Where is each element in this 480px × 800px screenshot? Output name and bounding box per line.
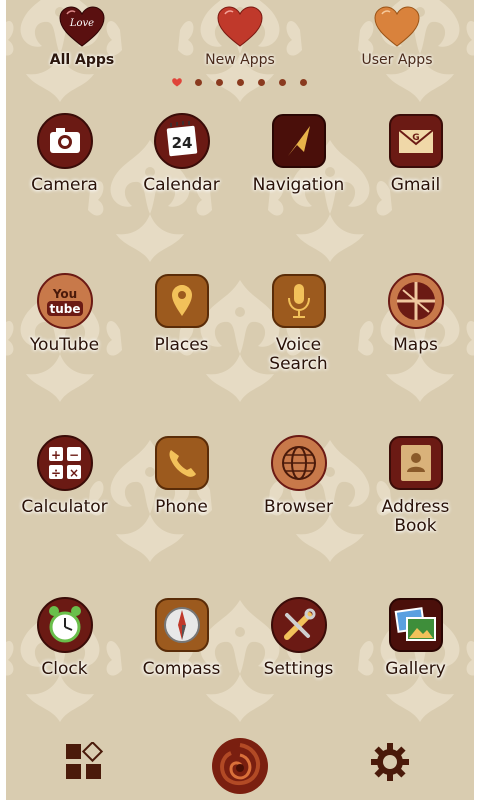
tools-icon: [270, 597, 327, 653]
app-label: Camera: [31, 175, 98, 195]
gmail-icon: G: [388, 114, 443, 168]
camera-icon: [36, 113, 93, 169]
app-label: Places: [154, 335, 209, 355]
home-screen: Love All Apps New Apps User Apps Camera …: [0, 0, 480, 800]
microphone-icon: [271, 274, 326, 328]
app-label: Gallery: [385, 659, 446, 679]
app-compass[interactable]: Compass: [123, 596, 240, 679]
app-label: Compass: [142, 659, 221, 679]
app-label: YouTube: [29, 335, 100, 355]
svg-text:−: −: [68, 448, 78, 462]
app-label: Address Book: [381, 497, 450, 536]
youtube-icon: You tube: [36, 273, 93, 329]
app-address-book[interactable]: Address Book: [357, 434, 474, 536]
app-label: Navigation: [252, 175, 345, 195]
svg-text:÷: ÷: [50, 466, 60, 480]
app-label: Voice Search: [269, 335, 328, 374]
current-page-heart-icon: [172, 78, 182, 87]
heart-love-icon: Love: [59, 6, 105, 47]
rose-icon[interactable]: [207, 735, 273, 797]
app-maps[interactable]: Maps: [357, 272, 474, 355]
svg-text:24: 24: [171, 134, 192, 152]
app-browser[interactable]: Browser: [240, 434, 357, 517]
heart-red-icon: [217, 6, 263, 47]
svg-text:tube: tube: [49, 302, 80, 316]
app-label: Gmail: [390, 175, 441, 195]
app-gmail[interactable]: G Gmail: [357, 112, 474, 195]
gear-icon[interactable]: [370, 742, 410, 782]
app-label: Calendar: [143, 175, 220, 195]
address-book-icon: [388, 436, 443, 490]
app-label: Settings: [263, 659, 334, 679]
app-calendar[interactable]: 24 Calendar: [123, 112, 240, 195]
app-camera[interactable]: Camera: [6, 112, 123, 195]
svg-text:+: +: [50, 448, 60, 462]
app-label: Phone: [155, 497, 208, 517]
app-label: Browser: [264, 497, 333, 517]
svg-text:Love: Love: [69, 18, 94, 29]
phone-icon: [154, 436, 209, 490]
calculator-icon: + − ÷ ×: [36, 435, 93, 491]
gallery-icon: [388, 598, 443, 652]
app-phone[interactable]: Phone: [123, 434, 240, 517]
app-youtube[interactable]: You tube YouTube: [6, 272, 123, 355]
app-gallery[interactable]: Gallery: [357, 596, 474, 679]
app-places[interactable]: Places: [123, 272, 240, 355]
app-label: Clock: [41, 659, 88, 679]
app-label: Calculator: [21, 497, 108, 517]
dock-bar: [6, 730, 474, 800]
right-edge: [474, 0, 480, 800]
heart-orange-icon: [374, 6, 420, 47]
calendar-icon: 24: [153, 113, 210, 169]
tab-all-apps[interactable]: Love All Apps: [22, 6, 142, 68]
alarm-clock-icon: [36, 597, 93, 653]
svg-text:G: G: [412, 133, 419, 143]
app-navigation[interactable]: Navigation: [240, 112, 357, 195]
page-dot[interactable]: [279, 79, 286, 86]
page-dot[interactable]: [195, 79, 202, 86]
app-label: Maps: [393, 335, 438, 355]
app-grid: Camera 24 Calendar Navigation G Gmail Yo…: [6, 100, 474, 740]
category-tabs: Love All Apps New Apps User Apps: [6, 0, 474, 80]
page-dot[interactable]: [258, 79, 265, 86]
app-voice-search[interactable]: Voice Search: [240, 272, 357, 374]
maps-icon: [387, 273, 444, 329]
tab-all-apps-label: All Apps: [49, 52, 115, 68]
compass-icon: [154, 598, 209, 652]
tab-new-apps-label: New Apps: [205, 52, 275, 68]
page-dot[interactable]: [300, 79, 307, 86]
globe-icon: [270, 435, 327, 491]
page-dot[interactable]: [237, 79, 244, 86]
svg-text:You: You: [51, 287, 76, 301]
app-drawer-icon[interactable]: [64, 742, 104, 782]
app-calculator[interactable]: + − ÷ × Calculator: [6, 434, 123, 517]
app-clock[interactable]: Clock: [6, 596, 123, 679]
tab-new-apps[interactable]: New Apps: [180, 6, 300, 68]
places-icon: [154, 274, 209, 328]
svg-text:×: ×: [68, 466, 78, 480]
tab-user-apps-label: User Apps: [361, 52, 433, 68]
tab-user-apps[interactable]: User Apps: [337, 6, 457, 68]
app-settings[interactable]: Settings: [240, 596, 357, 679]
page-dot[interactable]: [216, 79, 223, 86]
navigation-icon: [271, 114, 326, 168]
